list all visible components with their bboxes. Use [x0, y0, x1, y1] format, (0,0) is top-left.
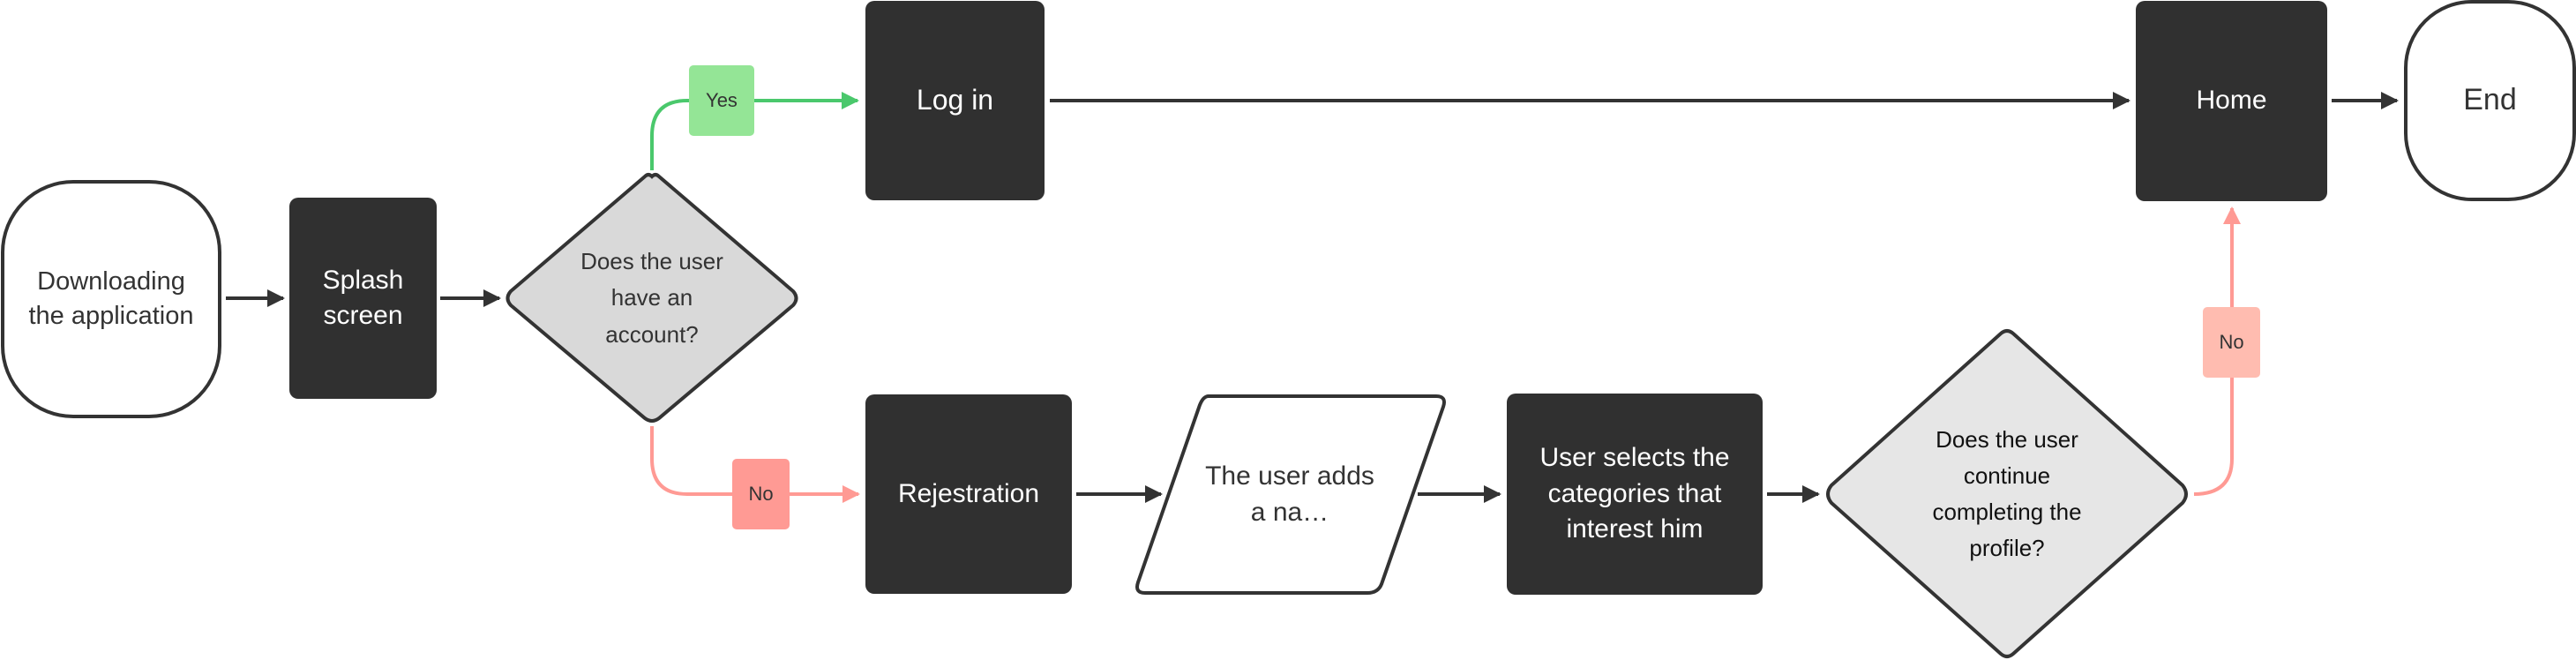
- end-terminal-label: End: [2463, 83, 2517, 117]
- categories-label: User selects the categories that interes…: [1539, 443, 1730, 544]
- registration-label: Rejestration: [897, 478, 1040, 508]
- edge-yes-to-login: [650, 92, 859, 170]
- start-terminal-label: Downloading the application: [28, 266, 194, 330]
- yes-badge: Yes: [706, 89, 738, 112]
- no-profile-badge: No: [2219, 331, 2244, 354]
- no-account-badge: No: [748, 483, 774, 506]
- add-name-label: The user adds a na…: [1205, 461, 1374, 527]
- account-decision-label: Does the user have an account?: [580, 248, 723, 348]
- login-label: Log in: [916, 84, 994, 116]
- splash-screen-label: Splash screen: [322, 265, 404, 331]
- profile-decision-label: Does the user continue completing the pr…: [1932, 425, 2082, 562]
- home-label: Home: [2196, 86, 2267, 116]
